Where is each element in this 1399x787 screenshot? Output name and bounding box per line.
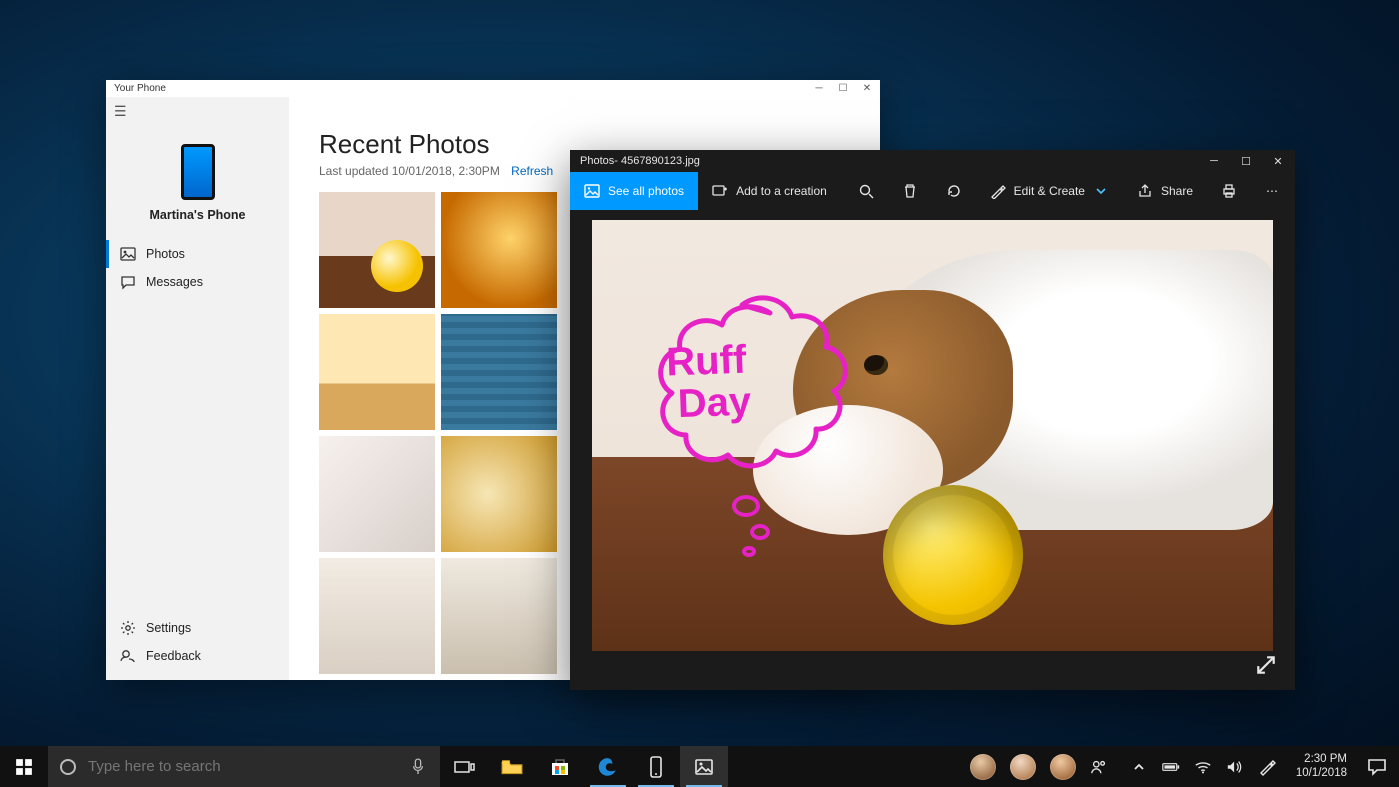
photos-title: Photos- 4567890123.jpg [580,155,700,167]
phone-name-label: Martina's Phone [106,208,289,222]
taskbar-clock[interactable]: 2:30 PM 10/1/2018 [1288,753,1355,781]
taskbar: 2:30 PM 10/1/2018 [0,746,1399,787]
ink-bubble-dot [732,495,760,517]
more-icon: ⋯ [1265,183,1281,199]
edit-create-label: Edit & Create [1014,184,1085,198]
photo-thumb[interactable] [319,558,435,674]
share-label: Share [1161,184,1193,198]
print-button[interactable] [1207,172,1251,210]
see-all-photos-button[interactable]: See all photos [570,172,698,210]
cortana-icon [48,757,88,777]
photos-content: Ruff Day [570,210,1295,690]
delete-button[interactable] [888,172,932,210]
taskbar-contact-avatar[interactable] [1010,754,1036,780]
photo-thumb[interactable] [441,558,557,674]
fullscreen-button[interactable] [1255,654,1277,676]
photos-viewer-window: Photos- 4567890123.jpg ─ ☐ ✕ See all pho… [570,150,1295,690]
trash-icon [902,183,918,199]
taskbar-app-your-phone[interactable] [632,746,680,787]
close-button[interactable]: ✕ [862,84,872,94]
taskbar-app-store[interactable] [536,746,584,787]
minimize-button[interactable]: ─ [1207,155,1221,168]
sidebar-item-label: Feedback [146,649,201,663]
search-input[interactable] [88,758,396,775]
photo-thumb[interactable] [319,314,435,430]
sidebar-item-messages[interactable]: Messages [106,268,289,296]
refresh-link[interactable]: Refresh [511,164,553,178]
your-phone-title: Your Phone [114,83,166,94]
sidebar-item-label: Photos [146,247,185,261]
rotate-icon [946,183,962,199]
see-all-label: See all photos [608,184,684,198]
sidebar-item-photos[interactable]: Photos [106,240,289,268]
minimize-button[interactable]: ─ [814,84,824,94]
people-icon[interactable] [1090,758,1108,776]
start-button[interactable] [0,746,48,787]
your-phone-sidebar: ☰ Martina's Phone Photos Messages [106,97,289,680]
close-button[interactable]: ✕ [1271,155,1285,168]
taskbar-app-edge[interactable] [584,746,632,787]
add-to-creation-button[interactable]: Add to a creation [698,172,841,210]
phone-illustration [181,144,215,200]
ink-bubble-dot [742,546,756,557]
sidebar-item-feedback[interactable]: Feedback [106,642,289,670]
photos-toolbar: See all photos Add to a creation [570,172,1295,210]
system-tray [1118,758,1288,776]
wifi-icon[interactable] [1194,758,1212,776]
photo-thumb[interactable] [319,192,435,308]
action-center-button[interactable] [1355,746,1399,787]
add-creation-icon [712,183,728,199]
ink-annotation-text: Ruff Day [666,339,752,426]
image-icon [584,183,600,199]
more-button[interactable]: ⋯ [1251,172,1295,210]
rotate-button[interactable] [932,172,976,210]
taskbar-app-taskview[interactable] [440,746,488,787]
taskbar-people [960,754,1118,780]
sidebar-item-settings[interactable]: Settings [106,614,289,642]
photo-thumb[interactable] [319,436,435,552]
sidebar-item-label: Settings [146,621,191,635]
feedback-icon [120,648,136,664]
messages-icon [120,274,136,290]
taskbar-contact-avatar[interactable] [970,754,996,780]
photo-thumb[interactable] [441,192,557,308]
photos-titlebar[interactable]: Photos- 4567890123.jpg ─ ☐ ✕ [570,150,1295,172]
maximize-button[interactable]: ☐ [838,84,848,94]
edit-icon [990,183,1006,199]
battery-icon[interactable] [1162,758,1180,776]
taskbar-mic-button[interactable] [396,746,440,787]
photo-canvas[interactable]: Ruff Day [592,220,1273,651]
add-creation-label: Add to a creation [736,184,827,198]
taskbar-app-photos[interactable] [680,746,728,787]
hamburger-icon[interactable]: ☰ [106,97,289,126]
date-label: 10/1/2018 [1296,767,1347,781]
zoom-icon [858,183,874,199]
photo-thumb[interactable] [441,314,557,430]
ink-workspace-icon[interactable] [1258,758,1276,776]
chevron-down-icon [1093,183,1109,199]
edit-create-button[interactable]: Edit & Create [976,172,1123,210]
ink-bubble-dot [750,524,770,540]
tray-overflow-icon[interactable] [1130,758,1148,776]
photo-thumb[interactable] [441,436,557,552]
taskbar-contact-avatar[interactable] [1050,754,1076,780]
your-phone-titlebar[interactable]: Your Phone ─ ☐ ✕ [106,80,880,97]
taskbar-search[interactable] [48,746,396,787]
print-icon [1221,183,1237,199]
gear-icon [120,620,136,636]
sidebar-item-label: Messages [146,275,203,289]
zoom-button[interactable] [844,172,888,210]
maximize-button[interactable]: ☐ [1239,155,1253,168]
photos-icon [120,246,136,262]
share-button[interactable]: Share [1123,172,1207,210]
taskbar-app-explorer[interactable] [488,746,536,787]
share-icon [1137,183,1153,199]
time-label: 2:30 PM [1296,753,1347,767]
last-updated-label: Last updated 10/01/2018, 2:30PM [319,164,500,178]
volume-icon[interactable] [1226,758,1244,776]
